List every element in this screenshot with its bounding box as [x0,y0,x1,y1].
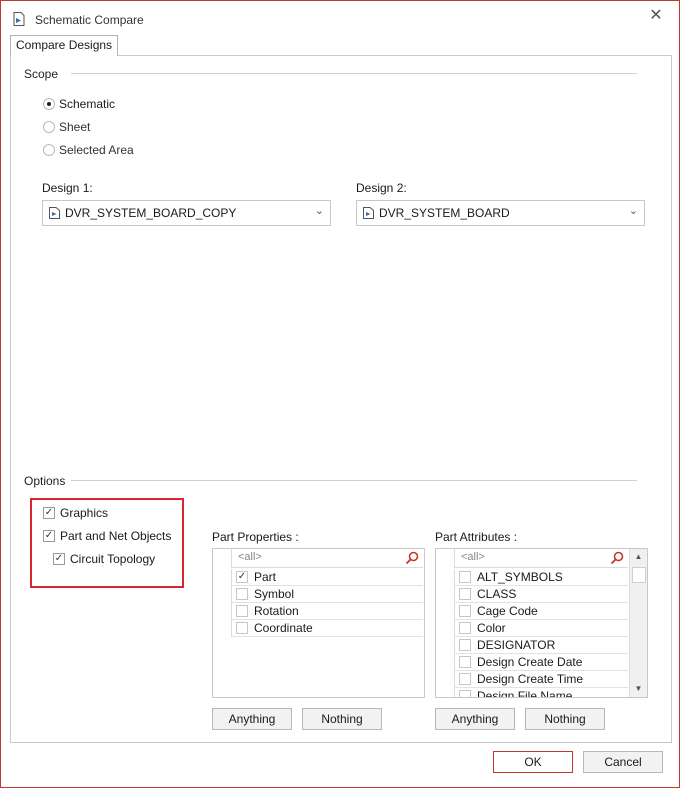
scroll-thumb[interactable] [632,567,646,583]
radio-sheet[interactable]: Sheet [43,119,90,135]
chevron-down-icon: ⌄ [628,205,638,217]
radio-sheet-label: Sheet [59,120,91,134]
graphics-checkbox[interactable]: ✓ Graphics [43,505,108,521]
radio-selected-area[interactable]: Selected Area [43,142,134,158]
filter-placeholder: <all> [461,551,485,563]
filter-placeholder: <all> [238,551,262,563]
radio-selected-area-label: Selected Area [59,143,134,157]
ok-button[interactable]: OK [493,751,573,773]
list-item-label: Rotation [254,604,299,618]
title-bar: Schematic Compare ✕ [1,1,679,33]
checkbox-indicator[interactable]: ✓ [236,571,248,583]
list-item-label: CLASS [477,587,517,601]
list-item[interactable]: Design Create Time [454,671,628,688]
list-item[interactable]: Color [454,620,628,637]
checkbox-indicator[interactable]: ✓ [43,507,55,519]
dialog-window: Schematic Compare ✕ Compare Designs Scop… [0,0,680,788]
circuit-topology-checkbox[interactable]: ✓ Circuit Topology [53,551,155,567]
list-item-label: Coordinate [254,621,313,635]
list-item[interactable]: Rotation [231,603,423,620]
document-compare-icon [13,12,25,26]
design1-value: DVR_SYSTEM_BOARD_COPY [65,206,237,220]
radio-indicator[interactable] [43,98,55,110]
checkbox-indicator[interactable] [236,588,248,600]
part-properties-anything-button[interactable]: Anything [212,708,292,730]
part-properties-list: <all> ✓ Part Symbol Rotation Coordinate [212,548,425,698]
list-item[interactable]: Symbol [231,586,423,603]
checkbox-indicator[interactable] [459,605,471,617]
list-item[interactable]: ALT_SYMBOLS [454,569,628,586]
checkbox-indicator[interactable] [459,673,471,685]
options-label: Options [24,474,66,488]
design2-label: Design 2: [356,181,407,195]
list-item-label: Cage Code [477,604,538,618]
checkbox-indicator[interactable] [459,571,471,583]
checkbox-indicator[interactable] [459,690,471,697]
scope-divider [71,73,637,74]
list-item-label: Color [477,621,506,635]
checkbox-indicator[interactable] [236,605,248,617]
vertical-scrollbar[interactable]: ▲ ▼ [629,549,647,697]
list-item[interactable]: Cage Code [454,603,628,620]
options-divider [71,480,637,481]
radio-indicator[interactable] [43,121,55,133]
design2-value: DVR_SYSTEM_BOARD [379,206,510,220]
list-item[interactable]: DESIGNATOR [454,637,628,654]
list-item[interactable]: Coordinate [231,620,423,637]
part-net-objects-label: Part and Net Objects [60,529,172,543]
list-item[interactable]: Design File Name [454,688,628,698]
design1-select[interactable]: DVR_SYSTEM_BOARD_COPY ⌄ [42,200,331,226]
list-item[interactable]: CLASS [454,586,628,603]
radio-schematic-label: Schematic [59,97,116,111]
list-item-label: Part [254,570,277,584]
list-item[interactable]: Design Create Date [454,654,628,671]
part-net-objects-checkbox[interactable]: ✓ Part and Net Objects [43,528,171,544]
list-item-label: Design Create Time [477,672,584,686]
scroll-up-icon[interactable]: ▲ [630,549,647,565]
close-button[interactable]: ✕ [645,6,667,26]
checkbox-indicator[interactable]: ✓ [43,530,55,542]
part-properties-label: Part Properties : [212,530,299,544]
graphics-label: Graphics [60,506,109,520]
list-item-label: DESIGNATOR [477,638,556,652]
scope-label: Scope [24,67,59,81]
part-attributes-filter[interactable]: <all> [454,549,628,568]
cancel-button[interactable]: Cancel [583,751,663,773]
tab-compare-designs[interactable]: Compare Designs [10,35,119,56]
checkbox-indicator[interactable] [236,622,248,634]
chevron-down-icon: ⌄ [314,205,324,217]
design-file-icon [49,207,60,219]
part-attributes-list: <all> ALT_SYMBOLS CLASS Cage Code Color … [435,548,648,698]
scroll-down-icon[interactable]: ▼ [630,681,647,697]
checkbox-indicator[interactable] [459,622,471,634]
search-icon[interactable] [610,551,624,565]
list-item-label: Symbol [254,587,295,601]
checkbox-indicator[interactable]: ✓ [53,553,65,565]
part-properties-filter[interactable]: <all> [231,549,423,568]
list-item-label: Design File Name [477,689,573,698]
design-file-icon [363,207,374,219]
part-attributes-anything-button[interactable]: Anything [435,708,515,730]
checkbox-indicator[interactable] [459,656,471,668]
part-attributes-nothing-button[interactable]: Nothing [525,708,605,730]
part-properties-nothing-button[interactable]: Nothing [302,708,382,730]
radio-indicator[interactable] [43,144,55,156]
list-item[interactable]: ✓ Part [231,569,423,586]
design1-label: Design 1: [42,181,93,195]
part-attributes-label: Part Attributes : [435,530,518,544]
window-title: Schematic Compare [35,13,144,27]
circuit-topology-label: Circuit Topology [70,552,156,566]
checkbox-indicator[interactable] [459,639,471,651]
design2-select[interactable]: DVR_SYSTEM_BOARD ⌄ [356,200,645,226]
list-item-label: ALT_SYMBOLS [477,570,563,584]
radio-schematic[interactable]: Schematic [43,96,115,112]
search-icon[interactable] [405,551,419,565]
checkbox-indicator[interactable] [459,588,471,600]
list-item-label: Design Create Date [477,655,583,669]
